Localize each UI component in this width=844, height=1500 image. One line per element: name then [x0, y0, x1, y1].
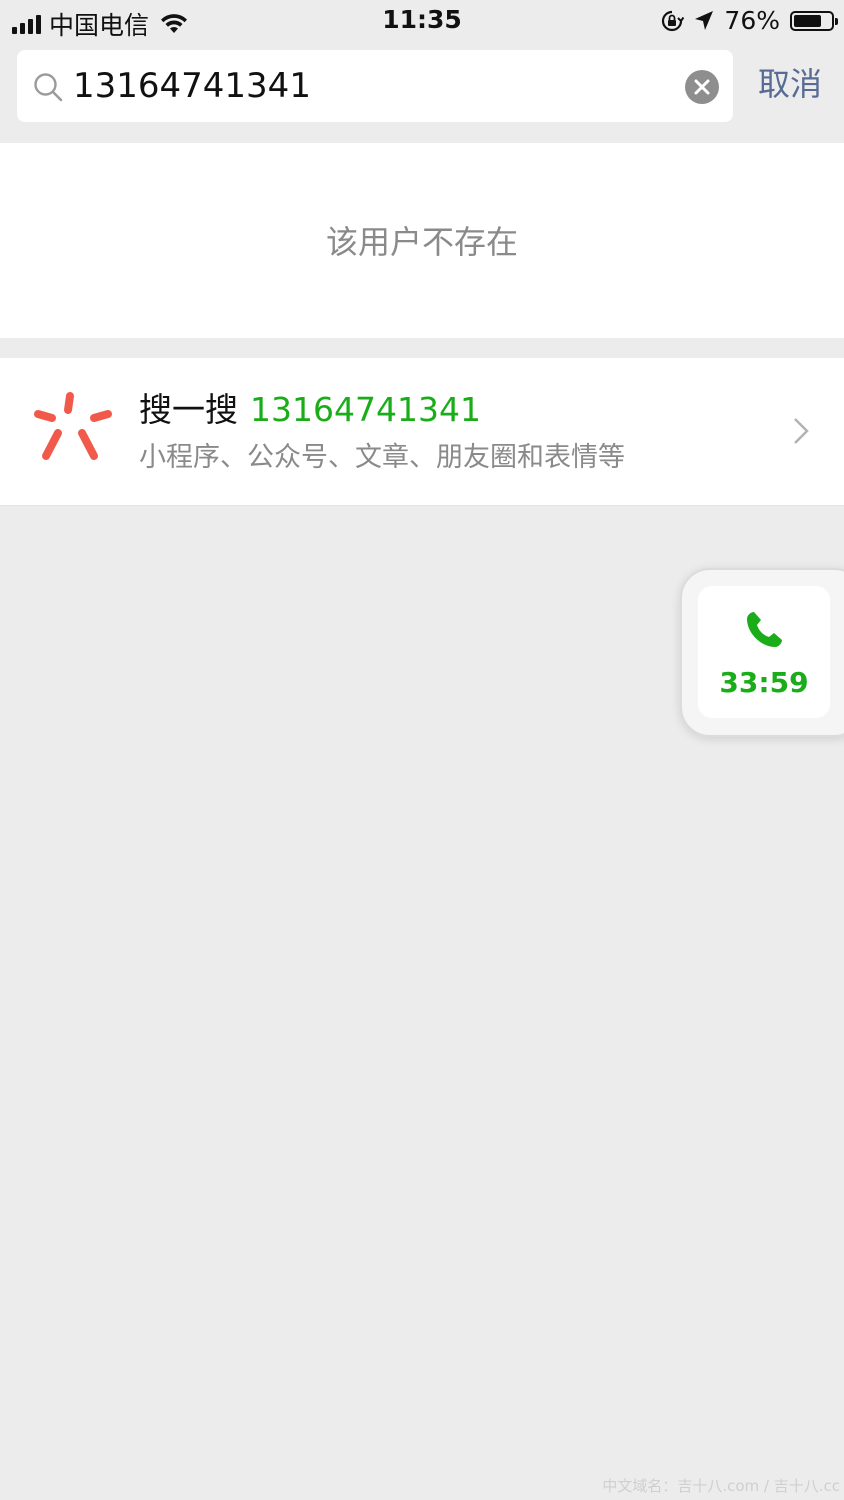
souyisou-query: 13164741341 — [250, 390, 481, 429]
clear-icon[interactable] — [685, 70, 719, 104]
watermark: 中文域名：吉十八.com / 吉十八.cc — [602, 1477, 840, 1495]
souyisou-title: 搜一搜 13164741341 — [139, 388, 481, 432]
search-query-text[interactable]: 13164741341 — [73, 64, 311, 108]
search-icon — [34, 73, 63, 102]
floating-call-window[interactable]: 33:59 — [680, 568, 844, 737]
search-bar: 13164741341 取消 — [0, 42, 844, 142]
status-bar: 中国电信 11:35 76% — [0, 0, 844, 42]
location-icon — [695, 10, 714, 30]
status-bar-right: 76% — [660, 6, 838, 35]
battery-level — [794, 14, 822, 27]
call-timer: 33:59 — [719, 666, 809, 699]
souyisou-keyword: 搜一搜 — [139, 390, 238, 429]
battery-nub — [835, 17, 838, 25]
cancel-button[interactable]: 取消 — [758, 62, 822, 106]
orientation-lock-icon — [662, 10, 685, 31]
battery-icon — [790, 10, 838, 31]
not-found-panel: 该用户不存在 — [0, 143, 844, 338]
chevron-right-icon — [794, 418, 809, 444]
floating-call-card[interactable]: 33:59 — [698, 586, 830, 718]
not-found-message: 该用户不存在 — [325, 223, 518, 261]
souyisou-logo-icon — [34, 392, 112, 460]
battery-percent: 76% — [724, 6, 780, 35]
search-input[interactable]: 13164741341 — [17, 50, 733, 122]
souyisou-subtitle: 小程序、公众号、文章、朋友圈和表情等 — [139, 442, 625, 473]
souyisou-row[interactable]: 搜一搜 13164741341 小程序、公众号、文章、朋友圈和表情等 — [0, 358, 844, 506]
phone-icon — [747, 612, 782, 647]
